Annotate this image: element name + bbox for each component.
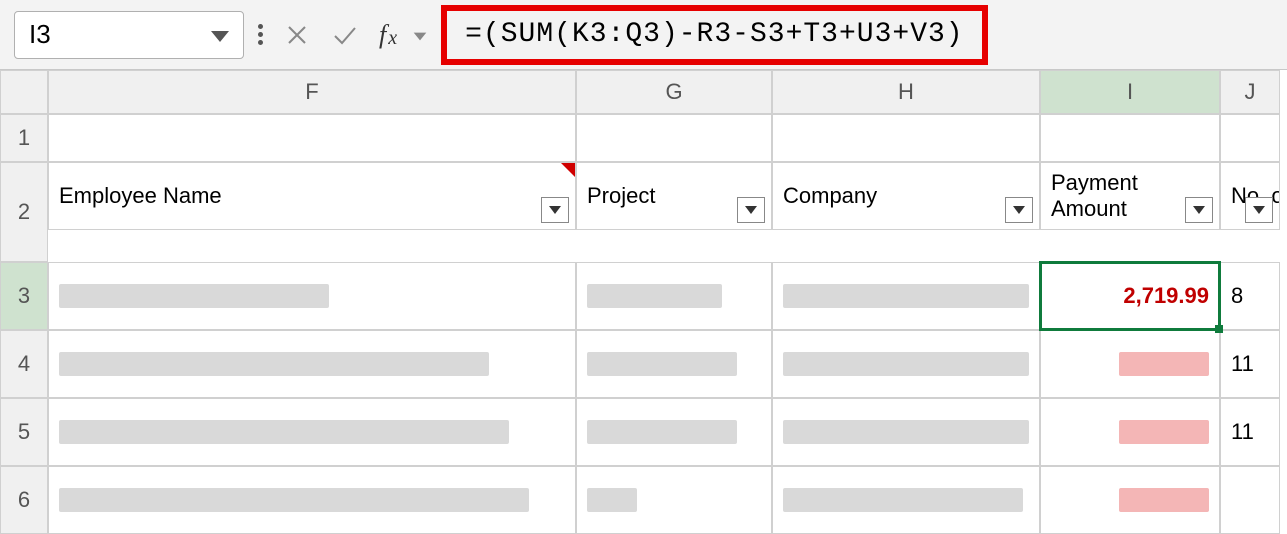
header-label: Project: [587, 183, 655, 209]
header-label: Employee Name: [59, 183, 222, 209]
cell-H4[interactable]: [772, 330, 1040, 398]
filter-button[interactable]: [1245, 197, 1273, 223]
cell-F6[interactable]: [48, 466, 576, 534]
cell-J1[interactable]: [1220, 114, 1280, 162]
row-head-6[interactable]: 6: [0, 466, 48, 534]
cell-F1[interactable]: [48, 114, 576, 162]
filter-button[interactable]: [541, 197, 569, 223]
cell-value: 11: [1231, 351, 1254, 377]
cell-I6[interactable]: [1040, 466, 1220, 534]
redacted-content: [59, 284, 329, 308]
triangle-down-icon: [1253, 206, 1265, 214]
header-label: Company: [783, 183, 877, 209]
col-head-J[interactable]: J: [1220, 70, 1280, 114]
select-all-corner[interactable]: [0, 70, 48, 114]
redacted-content: [783, 420, 1029, 444]
formula-text: =(SUM(K3:Q3)-R3-S3+T3+U3+V3): [465, 19, 963, 50]
row-head-5[interactable]: 5: [0, 398, 48, 466]
cell-H3[interactable]: [772, 262, 1040, 330]
header-payment-amount[interactable]: Payment Amount: [1040, 162, 1220, 230]
cell-value: 11: [1231, 419, 1254, 445]
triangle-down-icon: [1193, 206, 1205, 214]
cell-I5[interactable]: [1040, 398, 1220, 466]
redacted-content: [783, 284, 1029, 308]
fx-icon[interactable]: fx: [379, 20, 397, 50]
formula-bar: I3 fx =(SUM(K3:Q3)-R3-S3+T3+U3+V3): [0, 0, 1287, 70]
name-box[interactable]: I3: [14, 11, 244, 59]
cell-I1[interactable]: [1040, 114, 1220, 162]
header-project[interactable]: Project: [576, 162, 772, 230]
cell-H6[interactable]: [772, 466, 1040, 534]
x-icon: [286, 24, 308, 46]
cell-J4[interactable]: 11: [1220, 330, 1280, 398]
cell-J5[interactable]: 11: [1220, 398, 1280, 466]
confirm-formula-button[interactable]: [325, 15, 365, 55]
triangle-down-icon: [1013, 206, 1025, 214]
triangle-down-icon: [549, 206, 561, 214]
row-head-2[interactable]: 2: [0, 162, 48, 262]
formula-input[interactable]: =(SUM(K3:Q3)-R3-S3+T3+U3+V3): [441, 5, 987, 65]
cell-J6[interactable]: [1220, 466, 1280, 534]
cell-H5[interactable]: [772, 398, 1040, 466]
redacted-content: [1119, 352, 1209, 376]
cell-J3[interactable]: 8: [1220, 262, 1280, 330]
chevron-down-icon[interactable]: [414, 33, 427, 41]
cell-value: 8: [1231, 283, 1243, 309]
cell-F4[interactable]: [48, 330, 576, 398]
redacted-content: [587, 352, 737, 376]
triangle-down-icon: [745, 206, 757, 214]
cell-G6[interactable]: [576, 466, 772, 534]
redacted-content: [1119, 420, 1209, 444]
cancel-formula-button[interactable]: [277, 15, 317, 55]
col-head-F[interactable]: F: [48, 70, 576, 114]
col-head-H[interactable]: H: [772, 70, 1040, 114]
redacted-content: [587, 284, 722, 308]
row-head-4[interactable]: 4: [0, 330, 48, 398]
filter-button[interactable]: [1005, 197, 1033, 223]
check-icon: [332, 24, 358, 46]
redacted-content: [587, 420, 737, 444]
redacted-content: [1119, 488, 1209, 512]
cell-I3[interactable]: 2,719.99: [1040, 262, 1220, 330]
row-head-3[interactable]: 3: [0, 262, 48, 330]
redacted-content: [59, 488, 529, 512]
cell-G4[interactable]: [576, 330, 772, 398]
header-company[interactable]: Company: [772, 162, 1040, 230]
redacted-content: [783, 488, 1023, 512]
cell-F5[interactable]: [48, 398, 576, 466]
redacted-content: [783, 352, 1029, 376]
redacted-content: [587, 488, 637, 512]
more-options-icon[interactable]: [258, 24, 263, 45]
cell-I4[interactable]: [1040, 330, 1220, 398]
header-employee-name[interactable]: Employee Name: [48, 162, 576, 230]
filter-button[interactable]: [737, 197, 765, 223]
row-head-1[interactable]: 1: [0, 114, 48, 162]
name-box-value: I3: [29, 19, 51, 50]
cell-value: 2,719.99: [1123, 283, 1209, 309]
header-no-of[interactable]: No. of: [1220, 162, 1280, 230]
col-head-I[interactable]: I: [1040, 70, 1220, 114]
col-head-G[interactable]: G: [576, 70, 772, 114]
cell-G3[interactable]: [576, 262, 772, 330]
redacted-content: [59, 352, 489, 376]
cell-G1[interactable]: [576, 114, 772, 162]
cell-G5[interactable]: [576, 398, 772, 466]
spreadsheet: F G H I J 1 2 Employee Name Project Comp…: [0, 70, 1287, 534]
chevron-down-icon: [211, 31, 229, 42]
cell-H1[interactable]: [772, 114, 1040, 162]
comment-indicator-icon[interactable]: [561, 163, 575, 177]
redacted-content: [59, 420, 509, 444]
filter-button[interactable]: [1185, 197, 1213, 223]
cell-F3[interactable]: [48, 262, 576, 330]
